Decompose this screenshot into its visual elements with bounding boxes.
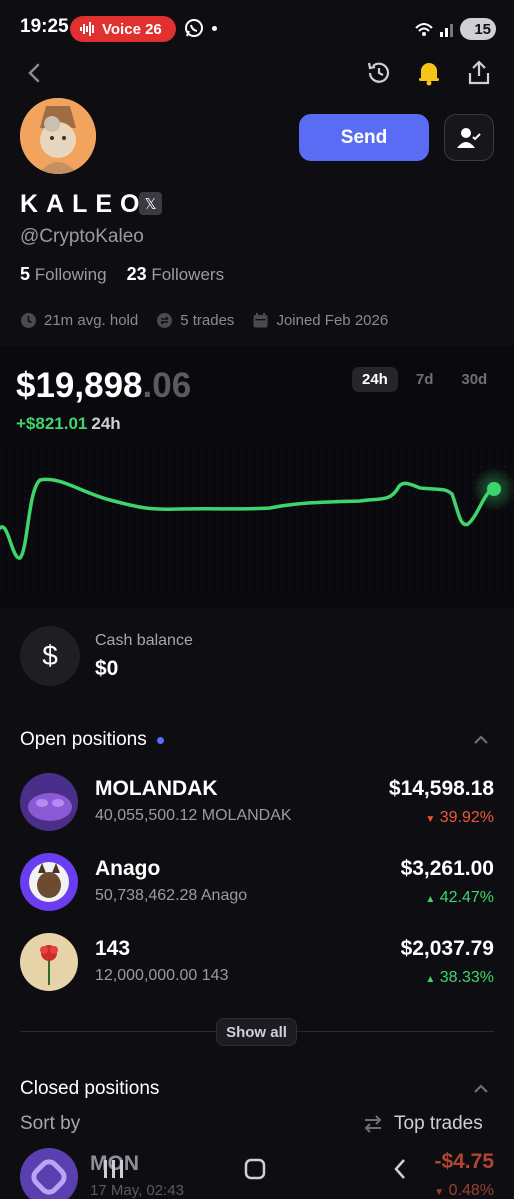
- position-change: ▲ 38.33%: [425, 969, 494, 987]
- battery-level: 15: [474, 20, 491, 38]
- live-dot: [156, 736, 164, 744]
- position-value: $14,598.18: [388, 777, 494, 800]
- add-user-icon: [457, 127, 481, 148]
- closed-positions-title: Closed positions: [20, 1078, 160, 1099]
- sort-dropdown[interactable]: Top trades: [362, 1113, 483, 1135]
- follow-button[interactable]: [444, 114, 494, 161]
- following-stat[interactable]: 5 Following: [20, 264, 107, 285]
- change-period: 24h: [91, 414, 121, 433]
- molandak-avatar: [20, 773, 78, 831]
- portfolio-value-cents: .06: [142, 366, 192, 405]
- history-icon[interactable]: [364, 58, 394, 88]
- sort-swap-icon: [364, 1115, 382, 1133]
- position-change: ▲ 42.47%: [425, 889, 494, 907]
- share-icon[interactable]: [464, 58, 494, 88]
- whatsapp-icon: [185, 19, 203, 37]
- send-button[interactable]: Send: [299, 114, 429, 161]
- show-all-button[interactable]: Show all: [216, 1018, 297, 1046]
- down-arrow-icon: ▼: [425, 814, 436, 825]
- period-tabs: 24h 7d 30d: [352, 367, 497, 392]
- following-label: Following: [34, 265, 107, 284]
- tab-30d[interactable]: 30d: [451, 367, 497, 392]
- avg-hold: 21m avg. hold: [20, 312, 138, 329]
- followers-label: Followers: [151, 265, 225, 284]
- token-143-avatar: [20, 933, 78, 991]
- voice-label: Voice 26: [102, 20, 162, 38]
- chart-grid: [0, 450, 514, 590]
- back-nav-icon[interactable]: [394, 1159, 405, 1179]
- portfolio-change: +$821.01 24h: [16, 414, 121, 434]
- change-amount: +$821.01: [16, 414, 88, 433]
- back-icon[interactable]: [20, 58, 50, 88]
- joined-text: Joined Feb 2026: [276, 312, 389, 329]
- clock-icon: [21, 313, 36, 328]
- status-time: 19:25: [20, 16, 69, 37]
- recents-icon[interactable]: [104, 1160, 123, 1178]
- position-value: $2,037.79: [400, 937, 494, 960]
- open-positions-header: Open positions: [20, 729, 164, 751]
- follow-stats: 5 Following 23 Followers: [20, 264, 224, 285]
- chevron-up-icon[interactable]: [470, 1078, 492, 1100]
- voice-recording-pill[interactable]: Voice 26: [70, 16, 176, 42]
- x-link-icon[interactable]: 𝕏: [139, 192, 162, 215]
- position-amount: 50,738,462.28 Anago: [95, 887, 248, 904]
- profile-meta: 21m avg. hold 5 trades Joined Feb 2026: [20, 312, 388, 329]
- trades-text: 5 trades: [180, 312, 235, 329]
- sort-value: Top trades: [394, 1113, 483, 1134]
- avatar-image: [20, 98, 96, 174]
- position-change: ▼ 39.92%: [425, 809, 494, 827]
- swap-icon: [157, 313, 173, 328]
- position-amount: 12,000,000.00 143: [95, 967, 229, 984]
- up-arrow-icon: ▲: [425, 974, 436, 985]
- signal-icon: [415, 23, 453, 37]
- battery-indicator: 15: [460, 18, 496, 40]
- portfolio-value-main: $19,898: [16, 366, 143, 405]
- system-nav-bar: [104, 1158, 405, 1180]
- profile-handle: @CryptoKaleo: [20, 226, 144, 247]
- following-count: 5: [20, 264, 31, 284]
- cash-label: Cash balance: [95, 632, 193, 649]
- open-positions-title: Open positions: [20, 729, 147, 750]
- position-row-143[interactable]: 143 12,000,000.00 143 $2,037.79 ▲ 38.33%: [20, 933, 494, 993]
- dollar-icon: $: [20, 626, 80, 686]
- tab-7d[interactable]: 7d: [406, 367, 444, 392]
- followers-stat[interactable]: 23 Followers: [127, 264, 225, 285]
- position-name: Anago: [95, 857, 161, 880]
- up-arrow-icon: ▲: [425, 894, 436, 905]
- profile-avatar: [20, 98, 96, 174]
- position-amount: 40,055,500.12 MOLANDAK: [95, 807, 292, 824]
- tab-24h[interactable]: 24h: [352, 367, 398, 392]
- position-row-anago[interactable]: Anago 50,738,462.28 Anago $3,261.00 ▲ 42…: [20, 853, 494, 913]
- position-pct: 42.47%: [439, 889, 494, 906]
- sort-label: Sort by: [20, 1113, 81, 1134]
- joined: Joined Feb 2026: [252, 312, 388, 329]
- followers-count: 23: [126, 264, 147, 284]
- portfolio-value: $19,898.06: [16, 366, 191, 406]
- calendar-icon: [253, 313, 268, 328]
- cash-value: $0: [95, 657, 119, 680]
- position-name: 143: [95, 937, 131, 960]
- position-pct: 39.92%: [439, 809, 494, 826]
- position-pct: 38.33%: [439, 969, 494, 986]
- avg-hold-text: 21m avg. hold: [44, 312, 139, 329]
- chart-endpoint: [487, 482, 501, 496]
- position-name: MOLANDAK: [95, 777, 218, 800]
- profile-name: KALEO: [20, 190, 148, 218]
- bell-icon[interactable]: [414, 58, 444, 88]
- position-row-molandak[interactable]: MOLANDAK 40,055,500.12 MOLANDAK $14,598.…: [20, 773, 494, 833]
- waveform-icon: [80, 22, 94, 36]
- anago-avatar: [20, 853, 78, 911]
- position-value: $3,261.00: [400, 857, 494, 880]
- portfolio-line-chart[interactable]: [0, 450, 514, 590]
- home-icon[interactable]: [244, 1158, 266, 1180]
- notification-dot: [212, 26, 217, 31]
- trades: 5 trades: [156, 312, 234, 329]
- chevron-up-icon[interactable]: [470, 729, 492, 751]
